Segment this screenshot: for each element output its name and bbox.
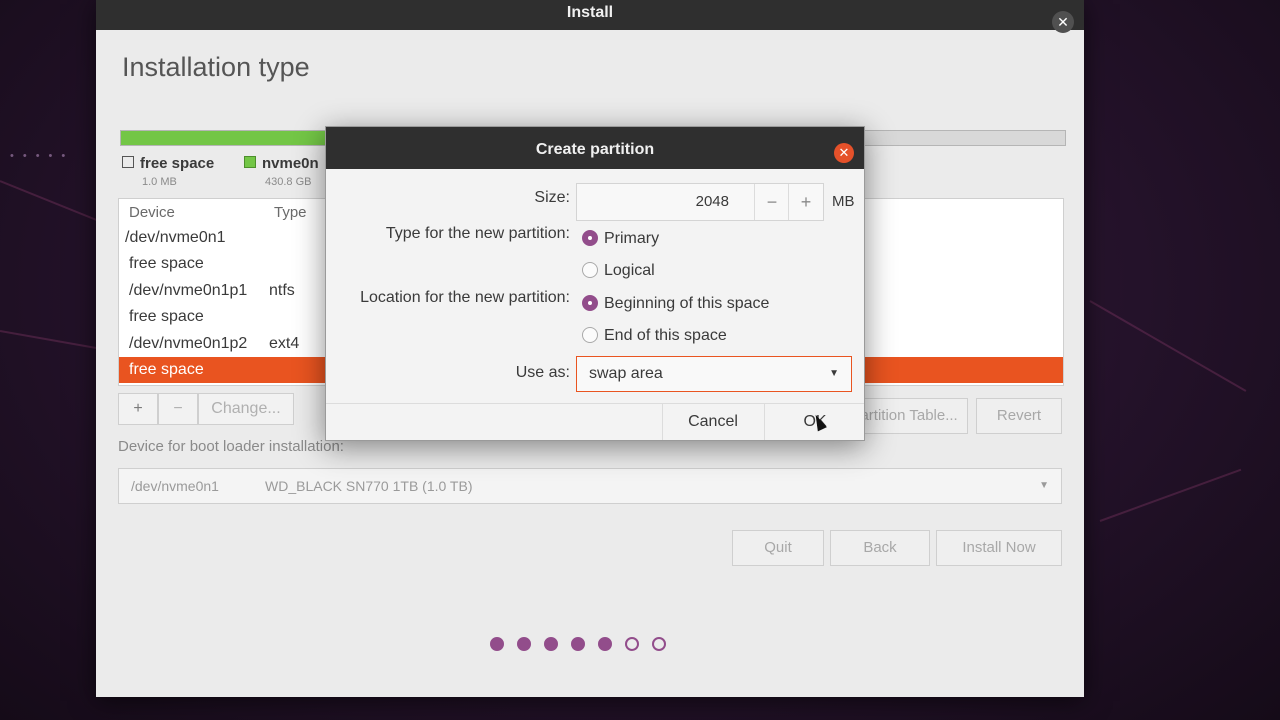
swatch-icon [122, 156, 134, 168]
swatch-icon [244, 156, 256, 168]
progress-dot-pending [652, 637, 666, 651]
progress-dot-complete [598, 637, 612, 651]
radio-unchecked-icon [582, 327, 598, 343]
cancel-button[interactable]: Cancel [662, 404, 763, 440]
window-title: Install [566, 4, 614, 21]
progress-dot-complete [571, 637, 585, 651]
row-device: /dev/nvme0n1p1 [129, 282, 248, 299]
partition-toolbar: + − Change... [118, 393, 294, 425]
legend-item-nvme: nvme0n [244, 155, 319, 172]
boot-loader-label: Device for boot loader installation: [118, 438, 344, 455]
radio-beginning[interactable]: Beginning of this space [582, 293, 769, 315]
dialog-title: Create partition [535, 141, 655, 158]
radio-checked-icon [582, 295, 598, 311]
progress-dot-complete [544, 637, 558, 651]
row-device: /dev/nvme0n1p2 [129, 335, 248, 352]
progress-dots [490, 637, 666, 651]
background-stripe [1089, 300, 1247, 392]
partition-bar-nvme-segment [121, 131, 331, 145]
legend-size-free-space: 1.0 MB [142, 176, 177, 188]
back-button[interactable]: Back [830, 530, 930, 566]
background-stripe [0, 330, 109, 352]
remove-partition-button[interactable]: − [158, 393, 198, 425]
decrement-button[interactable]: − [754, 184, 789, 220]
row-device: free space [129, 308, 204, 325]
size-unit: MB [832, 193, 855, 210]
partition-location-label: Location for the new partition: [360, 289, 570, 306]
page-title: Installation type [122, 52, 310, 82]
close-icon[interactable]: ✕ [1052, 11, 1074, 33]
background-stripe [1099, 468, 1242, 522]
radio-end[interactable]: End of this space [582, 325, 727, 347]
quit-button[interactable]: Quit [732, 530, 824, 566]
background-dots: ••••• [10, 150, 75, 162]
boot-loader-select[interactable]: /dev/nvme0n1 WD_BLACK SN770 1TB (1.0 TB)… [118, 468, 1062, 504]
radio-checked-icon [582, 230, 598, 246]
row-device: free space [129, 361, 204, 378]
install-now-button[interactable]: Install Now [936, 530, 1062, 566]
radio-unchecked-icon [582, 262, 598, 278]
chevron-down-icon: ▼ [829, 368, 839, 379]
boot-device: /dev/nvme0n1 [131, 478, 219, 494]
boot-device-model: WD_BLACK SN770 1TB (1.0 TB) [265, 478, 473, 494]
size-label: Size: [534, 189, 570, 206]
legend-item-free-space: free space [122, 155, 214, 172]
legend-size-nvme: 430.8 GB [265, 176, 312, 188]
create-partition-dialog: Create partition ✕ Size: 2048 − + MB Typ… [325, 126, 865, 441]
use-as-value: swap area [589, 365, 663, 382]
window-titlebar: Install ✕ [96, 0, 1084, 33]
partition-type-label: Type for the new partition: [385, 225, 570, 242]
radio-logical[interactable]: Logical [582, 260, 655, 282]
revert-button[interactable]: Revert [976, 398, 1062, 434]
progress-dot-complete [517, 637, 531, 651]
add-partition-button[interactable]: + [118, 393, 158, 425]
chevron-down-icon: ▼ [1039, 480, 1049, 491]
row-type: ext4 [269, 335, 300, 352]
progress-dot-complete [490, 637, 504, 651]
size-input[interactable]: 2048 [696, 184, 729, 220]
size-spinbox[interactable]: 2048 − + [576, 183, 824, 221]
use-as-select[interactable]: swap area ▼ [576, 356, 852, 392]
dialog-titlebar: Create partition [326, 127, 864, 169]
column-header-device[interactable]: Device [129, 204, 175, 221]
use-as-label: Use as: [515, 364, 570, 381]
increment-button[interactable]: + [788, 184, 823, 220]
close-icon[interactable]: ✕ [834, 143, 854, 163]
change-partition-button[interactable]: Change... [198, 393, 294, 425]
progress-dot-pending [625, 637, 639, 651]
row-device: free space [129, 255, 204, 272]
column-header-type[interactable]: Type [274, 204, 307, 221]
row-device: /dev/nvme0n1 [125, 229, 226, 246]
radio-primary[interactable]: Primary [582, 228, 659, 250]
row-type: ntfs [269, 282, 295, 299]
